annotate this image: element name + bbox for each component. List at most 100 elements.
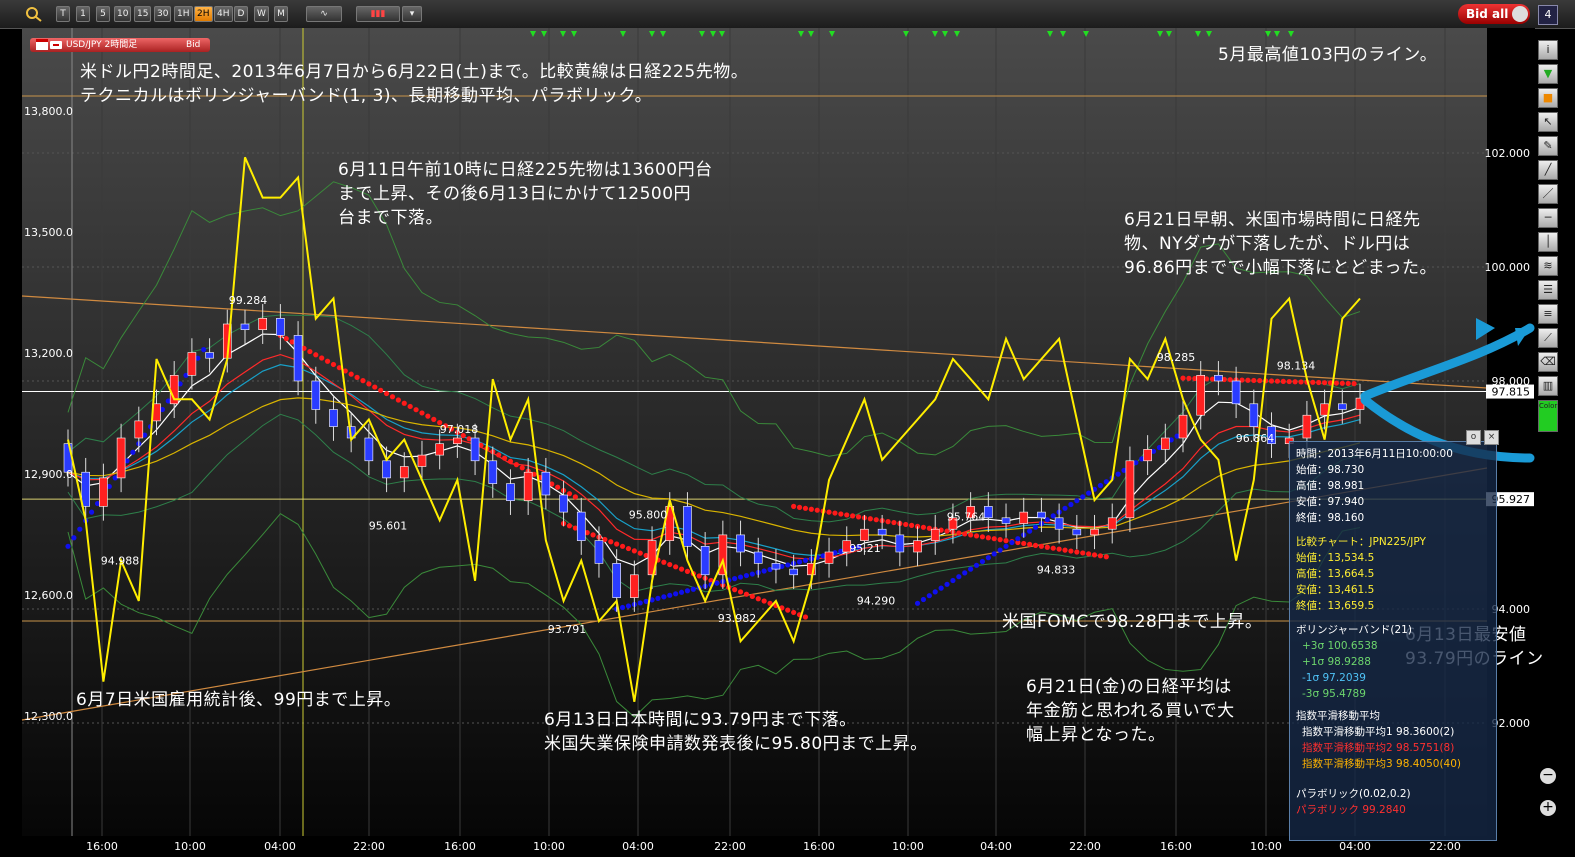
- vertical-line-icon[interactable]: │: [1538, 232, 1558, 252]
- psar-dot: [637, 600, 643, 606]
- cursor-icon[interactable]: ↖: [1538, 112, 1558, 132]
- timeframe-m[interactable]: M: [274, 6, 288, 22]
- price-label: 94.988: [101, 555, 140, 568]
- info-psar-title: パラボリック(0.02,0.2): [1296, 788, 1411, 800]
- chart-type-button[interactable]: ▮▮▮: [356, 6, 400, 22]
- psar-dot: [850, 513, 856, 519]
- psar-dot: [1257, 378, 1263, 384]
- down-triangle-icon[interactable]: ▼: [1538, 64, 1558, 84]
- channel-icon[interactable]: ☰: [1538, 280, 1558, 300]
- psar-dot: [690, 586, 696, 592]
- zoom-out-icon[interactable]: −: [1540, 768, 1556, 784]
- psar-dot: [873, 517, 879, 523]
- psar-dot: [1027, 528, 1033, 534]
- info-low: 安値：97.940: [1296, 496, 1365, 508]
- psar-dot: [395, 397, 401, 403]
- window-count-badge[interactable]: 4: [1538, 5, 1558, 25]
- color-picker-icon[interactable]: ■: [1538, 88, 1558, 108]
- drawing-toolbar: i ▼ ■ ↖ ✎ ╱ ／ ─ │ ≋ ☰ ≡ ⟋ ⌫ ▥ Color − +: [1538, 38, 1560, 816]
- psar-dot: [1062, 505, 1068, 511]
- psar-dot: [619, 543, 626, 549]
- chart-legend[interactable]: USD/JPY 2時間足 Bid: [30, 38, 210, 52]
- psar-dot: [802, 557, 809, 563]
- info-box: o × 時間：2013年6月11日10:00:00 始値：98.730 高値：9…: [1289, 430, 1499, 841]
- candle-body: [860, 528, 869, 541]
- minimize-icon[interactable]: o: [1466, 430, 1481, 445]
- psar-dot: [1097, 482, 1104, 489]
- candle-body: [205, 352, 214, 359]
- candle-body: [541, 471, 551, 496]
- x-axis-label: 10:00: [174, 840, 206, 853]
- candle-body: [488, 460, 498, 484]
- annotation-jun21-morning: 6月21日早朝、米国市場時間に日経先 物、NYダウが下落したが、ドル円は 96.…: [1124, 210, 1437, 278]
- candle-body: [1302, 414, 1312, 439]
- psar-dot: [614, 541, 620, 547]
- timeframe-15[interactable]: 15: [134, 6, 152, 22]
- price-label: 95.601: [369, 520, 408, 533]
- x-axis-label: 10:00: [533, 840, 565, 853]
- timeframe-1h[interactable]: 1H: [174, 6, 193, 22]
- psar-dot: [1062, 547, 1068, 553]
- candle-body: [1214, 374, 1223, 382]
- right-axis-label: 94.000: [1492, 603, 1531, 616]
- psar-dot: [1345, 380, 1351, 387]
- psar-dot: [684, 568, 691, 574]
- timeframe-10[interactable]: 10: [114, 6, 132, 22]
- psar-dot: [749, 571, 755, 577]
- psar-dot: [608, 539, 614, 545]
- timeframe-2h[interactable]: 2H: [194, 6, 213, 22]
- annotation-jun11: 6月11日午前10時に日経225先物は13600円台 まで上昇、その後6月13日…: [338, 160, 713, 228]
- japan-flag-icon: [50, 40, 62, 49]
- info-bb-m3: -3σ 95.4789: [1302, 688, 1366, 700]
- toolbar: T 1 5 10 15 30 1H 2H 4H D W M ∿ ▮▮▮ ▾ Bid all 4: [0, 0, 1575, 29]
- zoom-icon[interactable]: [24, 5, 46, 23]
- timeframe-d[interactable]: D: [234, 6, 248, 22]
- pen-icon[interactable]: ✎: [1538, 136, 1558, 156]
- info-ema2: 指数平滑移動平均2 98.5751(8): [1302, 742, 1455, 754]
- line-icon[interactable]: ／: [1538, 184, 1558, 204]
- timeframe-t[interactable]: T: [56, 6, 70, 22]
- info-open: 始値：98.730: [1296, 464, 1365, 476]
- info-bb-m1: -1σ 97.2039: [1302, 672, 1366, 684]
- psar-dot: [991, 536, 997, 542]
- timeframe-30[interactable]: 30: [154, 6, 172, 22]
- chart-type-dropdown[interactable]: ▾: [402, 6, 422, 22]
- brush-icon[interactable]: ╱: [1538, 160, 1558, 180]
- psar-dot: [991, 551, 997, 557]
- x-axis-label: 22:00: [714, 840, 746, 853]
- psar-dot: [519, 465, 525, 471]
- psar-dot: [1103, 554, 1109, 560]
- timeframe-1[interactable]: 1: [76, 6, 90, 22]
- eraser-icon[interactable]: ⌫: [1538, 352, 1558, 372]
- psar-dot: [785, 607, 791, 613]
- psar-dot: [389, 394, 396, 400]
- psar-dot: [330, 361, 337, 368]
- fibonacci-icon[interactable]: ≋: [1538, 256, 1558, 276]
- info-icon[interactable]: i: [1538, 40, 1558, 60]
- psar-dot: [419, 410, 425, 416]
- candle-body: [1125, 460, 1135, 519]
- left-axis-label: 13,800.0: [24, 105, 73, 118]
- psar-dot: [997, 537, 1003, 543]
- gann-icon[interactable]: ⟋: [1538, 328, 1558, 348]
- candle-body: [559, 494, 568, 513]
- zoom-in-icon[interactable]: +: [1540, 800, 1556, 816]
- bid-all-toggle[interactable]: Bid all: [1458, 4, 1530, 24]
- psar-dot: [997, 547, 1003, 553]
- timeframe-4h[interactable]: 4H: [214, 6, 233, 22]
- fan-icon[interactable]: ≡: [1538, 304, 1558, 324]
- color-button[interactable]: Color: [1538, 400, 1558, 432]
- psar-dot: [785, 562, 791, 568]
- candle-body: [470, 437, 480, 462]
- info-bb-p1: +1σ 98.9288: [1302, 656, 1371, 668]
- horizontal-line-icon[interactable]: ─: [1538, 208, 1558, 228]
- trash-icon[interactable]: ▥: [1538, 376, 1558, 396]
- right-axis-label: 92.000: [1492, 717, 1531, 730]
- indicator-button[interactable]: ∿: [306, 6, 342, 22]
- close-icon[interactable]: ×: [1484, 430, 1499, 445]
- psar-dot: [501, 455, 508, 461]
- timeframe-5[interactable]: 5: [96, 6, 110, 22]
- price-label: 93.791: [548, 623, 587, 636]
- timeframe-w[interactable]: W: [254, 6, 269, 22]
- candle-body: [1107, 517, 1117, 530]
